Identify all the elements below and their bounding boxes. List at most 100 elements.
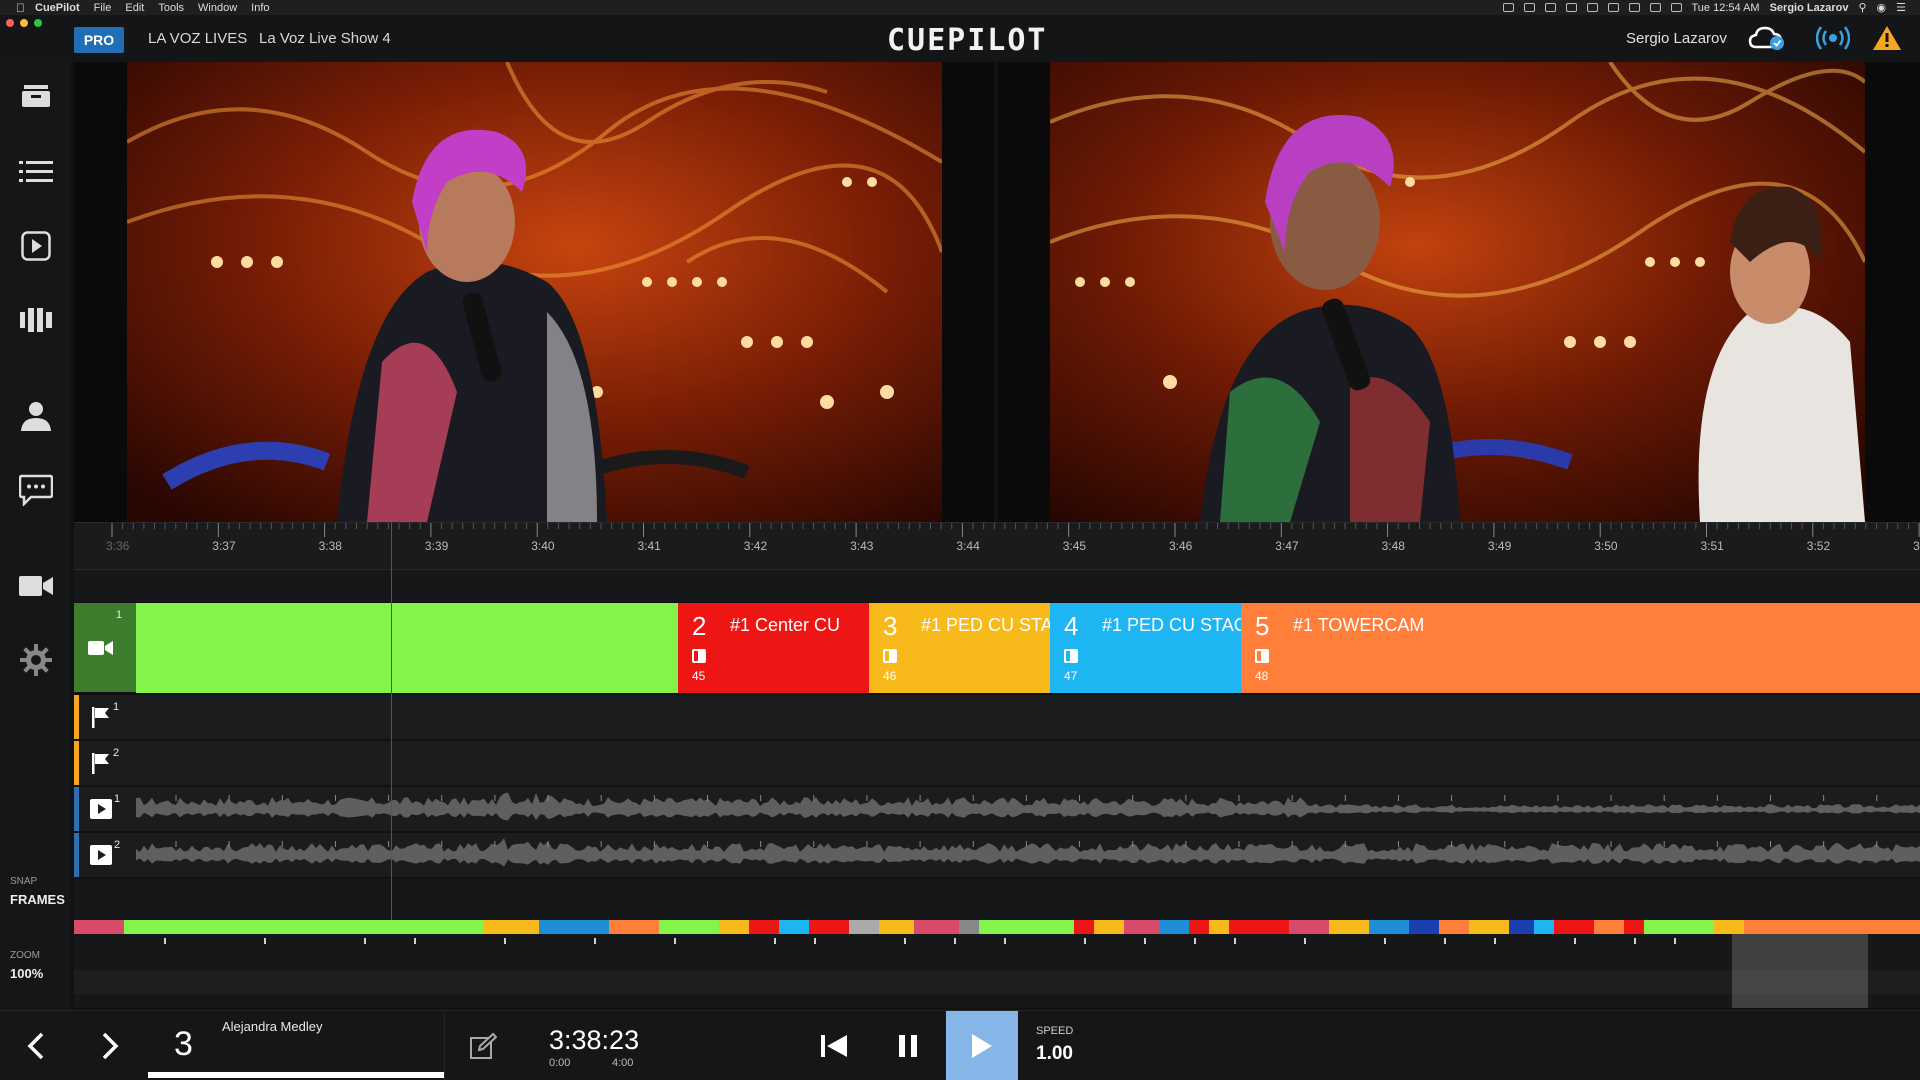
overview-marker (1444, 938, 1446, 944)
timeline-ruler[interactable]: 3:36 3:37 3:38 3:39 3:40 3:41 3:42 3:43 3:44 3:45… (74, 522, 1920, 571)
zoom-value[interactable]: 100% (10, 966, 43, 981)
overview-cue-segment (1554, 920, 1594, 934)
cue-number: 2 (692, 611, 707, 641)
ruler-label: 3:48 (1382, 539, 1406, 553)
camera-track-index: 1 (115, 609, 123, 621)
overview-cue-segment (1189, 920, 1209, 934)
ruler-label: 3:52 (1807, 539, 1831, 553)
previous-cue-button[interactable] (0, 1011, 72, 1080)
current-cue-number: 3 (174, 1025, 193, 1063)
ruler-label: 3:47 (1275, 539, 1299, 553)
media-track-header[interactable]: 1 (74, 787, 136, 831)
overview-cue-segment (809, 920, 849, 934)
broadcast-icon[interactable] (1815, 25, 1851, 56)
ruler-label: 3:37 (212, 539, 236, 553)
cue-block-5[interactable]: 5 #1 TOWERCAM 48 (1241, 603, 1920, 693)
media-track-2[interactable]: 2 (74, 832, 1920, 877)
archive-icon[interactable] (0, 66, 71, 126)
apple-icon[interactable]:  (16, 1, 25, 15)
zoom-window-icon[interactable] (34, 19, 42, 27)
menu-file[interactable]: File (94, 2, 112, 14)
user-name[interactable]: Sergio Lazarov (1626, 30, 1727, 47)
timecode-display: 3:38:23 (549, 1025, 640, 1055)
notification-center-icon[interactable]: ☰ (1896, 1, 1906, 14)
menu-edit[interactable]: Edit (125, 2, 144, 14)
waveform-shape (136, 792, 1920, 821)
overview-cue-segment (1074, 920, 1094, 934)
menubar-clock[interactable]: Tue 12:54 AM (1692, 2, 1760, 14)
flag-track-header[interactable]: 1 (74, 695, 136, 739)
cloud-sync-icon[interactable] (1748, 25, 1788, 56)
camera-icon (87, 640, 113, 655)
warning-icon[interactable] (1872, 25, 1902, 56)
siri-icon[interactable]: ◉ (1877, 1, 1887, 14)
camera-track-header[interactable]: 1 (74, 603, 136, 692)
playhead[interactable] (391, 522, 392, 920)
status-icon[interactable] (1544, 3, 1556, 12)
bluetooth-icon[interactable] (1607, 3, 1619, 12)
speed-value[interactable]: 1.00 (1036, 1043, 1073, 1065)
spotlight-icon[interactable]: ⚲ (1858, 1, 1866, 14)
overview-cue-segment (1714, 920, 1744, 934)
camera-icon[interactable] (0, 556, 71, 616)
video-frame-right (1050, 62, 1865, 522)
cue-shot-number: 47 (1064, 669, 1078, 683)
edit-button[interactable] (444, 1011, 520, 1080)
minimize-window-icon[interactable] (20, 19, 28, 27)
current-cue-panel[interactable]: 3 Alejandra Medley (146, 1011, 444, 1080)
media-track-index: 1 (113, 793, 121, 805)
go-to-start-button[interactable] (796, 1011, 872, 1080)
play-icon[interactable] (0, 216, 71, 276)
cue-name: #1 TOWERCAM (1293, 615, 1425, 635)
media-track-1[interactable]: 1 (74, 786, 1920, 831)
wifi-icon[interactable] (1628, 3, 1640, 12)
overview-cue-segment (749, 920, 779, 934)
volume-icon[interactable] (1670, 3, 1682, 12)
menu-app[interactable]: CuePilot (35, 2, 80, 14)
empty-track-area[interactable] (74, 878, 1920, 920)
flag-track-header[interactable]: 2 (74, 741, 136, 785)
overview-viewport[interactable] (1732, 934, 1868, 1008)
timeline-overview[interactable] (74, 920, 1920, 1008)
flag-track-2[interactable]: 2 (74, 740, 1920, 785)
media-track-header[interactable]: 2 (74, 833, 136, 877)
display-icon[interactable] (1586, 3, 1598, 12)
person-icon[interactable] (0, 386, 71, 446)
cue-block-2[interactable]: 2 #1 Center CU 45 (678, 603, 869, 693)
overview-marker (594, 938, 596, 944)
cue-block-4[interactable]: 4 #1 PED CU STAGE 47 (1050, 603, 1241, 693)
cue-block-3[interactable]: 3 #1 PED CU STAGE 46 (869, 603, 1050, 693)
dropbox-icon[interactable] (1502, 3, 1514, 12)
overview-marker (1004, 938, 1006, 944)
breadcrumb-show[interactable]: La Voz Live Show 4 (259, 30, 391, 47)
chat-icon[interactable] (0, 460, 71, 520)
video-preview-left[interactable] (74, 62, 994, 522)
media-track-index: 2 (113, 839, 121, 851)
breadcrumb-project[interactable]: LA VOZ LIVES (148, 30, 247, 47)
play-icon (972, 1034, 992, 1058)
menu-window[interactable]: Window (198, 2, 237, 14)
flag-track-1[interactable]: 1 (74, 694, 1920, 739)
camera-track[interactable]: 1 2 #1 Center CU 45 3 #1 PED CU STAGE 46… (74, 602, 1920, 693)
snap-value[interactable]: FRAMES (10, 892, 65, 907)
menu-tools[interactable]: Tools (158, 2, 184, 14)
overview-cue-segment (879, 920, 914, 934)
play-button[interactable] (946, 1011, 1018, 1080)
pro-badge[interactable]: PRO (74, 27, 124, 53)
next-cue-button[interactable] (74, 1011, 146, 1080)
gear-icon[interactable] (0, 630, 71, 690)
overview-marker (1194, 938, 1196, 944)
status-icon[interactable] (1523, 3, 1535, 12)
menu-info[interactable]: Info (251, 2, 269, 14)
stage-image-left (127, 62, 942, 522)
clock-status-icon[interactable] (1565, 3, 1577, 12)
pause-button[interactable] (872, 1011, 944, 1080)
cue-block-current[interactable] (136, 603, 678, 693)
close-window-icon[interactable] (6, 19, 14, 27)
timeline-icon[interactable] (0, 290, 71, 350)
video-preview-right[interactable] (998, 62, 1920, 522)
list-icon[interactable] (0, 142, 71, 202)
app-logo: CUEPILOT (887, 23, 1048, 58)
airplay-icon[interactable] (1649, 3, 1661, 12)
menubar-user[interactable]: Sergio Lazarov (1770, 2, 1849, 14)
